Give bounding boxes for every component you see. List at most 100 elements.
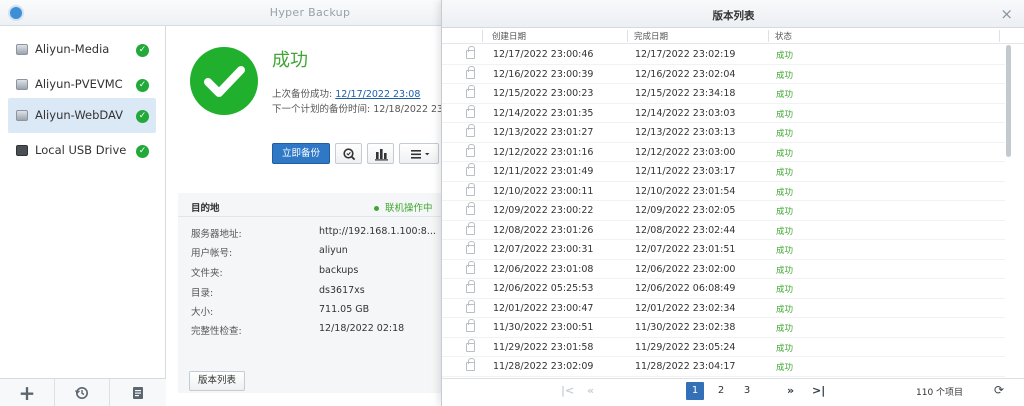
- table-row[interactable]: 12/06/2022 05:25:53 12/06/2022 06:08:49 成功: [442, 279, 1005, 299]
- lock-icon[interactable]: [466, 65, 475, 79]
- info-label: 完整性检查:: [191, 326, 242, 337]
- destination-header: 目的地 联机操作中: [178, 193, 442, 217]
- table-row[interactable]: 12/12/2022 23:01:16 12/12/2022 23:03:00 成功: [442, 143, 1005, 162]
- completed-date: 12/08/2022 23:02:44: [635, 224, 736, 236]
- online-status-label: 联机操作中: [385, 203, 433, 214]
- column-status[interactable]: 状态: [775, 30, 792, 42]
- page-1-button[interactable]: 1: [686, 382, 704, 400]
- prev-page-icon[interactable]: «: [587, 382, 594, 400]
- created-date: 11/28/2022 23:02:09: [493, 361, 594, 372]
- page-2-button[interactable]: 2: [712, 382, 730, 400]
- table-row[interactable]: 12/09/2022 23:00:22 12/09/2022 23:02:05 成功: [442, 201, 1005, 221]
- statistics-button[interactable]: [367, 143, 394, 164]
- table-row[interactable]: 11/30/2022 23:00:51 11/30/2022 23:02:38 成功: [442, 318, 1005, 338]
- lock-icon[interactable]: [466, 163, 475, 176]
- table-row[interactable]: 11/29/2022 23:01:58 11/29/2022 23:05:24 成功: [442, 338, 1005, 357]
- page-3-button[interactable]: 3: [738, 382, 756, 400]
- lock-icon[interactable]: [466, 260, 475, 274]
- version-table-header: 创建日期 完成日期 状态: [442, 28, 1024, 44]
- table-row[interactable]: 12/08/2022 23:01:26 12/08/2022 23:02:44 成功: [442, 221, 1005, 240]
- table-row[interactable]: 12/01/2022 23:00:47 12/01/2022 23:02:34 成功: [442, 299, 1005, 318]
- created-date: 12/16/2022 23:00:39: [493, 68, 594, 80]
- scrollbar[interactable]: [1006, 45, 1012, 378]
- window-titlebar: Hyper Backup: [0, 0, 442, 26]
- column-created[interactable]: 创建日期: [492, 30, 526, 42]
- hyper-backup-window: Hyper Backup Aliyun-Media ✓ Aliyun-PVEVM…: [0, 0, 458, 406]
- table-row[interactable]: 12/06/2022 23:01:08 12/06/2022 23:02:00 成功: [442, 260, 1005, 279]
- log-button[interactable]: [110, 379, 165, 406]
- scrollbar-thumb[interactable]: [1006, 45, 1011, 157]
- close-icon[interactable]: ×: [1000, 5, 1013, 23]
- last-backup-link[interactable]: 12/17/2022 23:08: [335, 89, 420, 100]
- success-check-icon: ✓: [136, 110, 149, 123]
- lock-icon[interactable]: [466, 358, 475, 371]
- task-item-local-usb-drive[interactable]: Local USB Drive ✓: [8, 133, 156, 168]
- lock-icon[interactable]: [466, 85, 475, 98]
- add-task-button[interactable]: +: [0, 379, 55, 406]
- action-menu-button[interactable]: [399, 143, 439, 164]
- table-row[interactable]: 12/11/2022 23:01:49 12/11/2022 23:03:17 成功: [442, 162, 1005, 182]
- lock-icon[interactable]: [466, 241, 475, 254]
- info-label: 大小:: [191, 307, 214, 318]
- task-sidebar: Aliyun-Media ✓ Aliyun-PVEVMC ✓ Aliyun-We…: [0, 26, 166, 406]
- sidebar-toolbar: +: [0, 378, 166, 406]
- backup-now-button[interactable]: 立即备份: [272, 143, 330, 164]
- info-label: 目录:: [191, 288, 214, 299]
- completed-date: 11/30/2022 23:02:38: [635, 322, 736, 333]
- lock-icon[interactable]: [466, 124, 475, 137]
- created-date: 12/01/2022 23:00:47: [493, 302, 594, 314]
- pagination-bar: |< « 1 2 3 » >| 110 个项目 ⟳: [442, 378, 1024, 406]
- lock-icon[interactable]: [466, 104, 475, 118]
- lock-icon[interactable]: [466, 143, 475, 157]
- task-item-aliyun-webdav[interactable]: Aliyun-WebDAV ✓: [8, 98, 156, 133]
- version-list-button[interactable]: 版本列表: [189, 371, 245, 391]
- lock-icon[interactable]: [466, 46, 475, 59]
- version-list-dialog: 版本列表 × 创建日期 完成日期 状态 12/17/2022 23:00:46 1…: [441, 0, 1024, 406]
- plus-icon: +: [18, 381, 36, 405]
- lock-icon[interactable]: [466, 280, 475, 293]
- table-row[interactable]: 12/14/2022 23:01:35 12/14/2022 23:03:03 成功: [442, 104, 1005, 123]
- first-page-icon[interactable]: |<: [561, 382, 574, 400]
- drive-icon: [16, 79, 28, 90]
- integrity-check-button[interactable]: [335, 143, 362, 164]
- completed-date: 12/10/2022 23:01:54: [635, 185, 736, 197]
- lock-icon[interactable]: [466, 182, 475, 196]
- table-row[interactable]: 11/28/2022 23:02:09 11/28/2022 23:04:17 成功: [442, 357, 1005, 377]
- task-name: Aliyun-WebDAV: [35, 108, 124, 122]
- lock-icon[interactable]: [466, 221, 475, 235]
- table-row[interactable]: 12/17/2022 23:00:46 12/17/2022 23:02:19 成功: [442, 45, 1005, 65]
- drive-icon: [16, 44, 28, 55]
- table-row[interactable]: 12/16/2022 23:00:39 12/16/2022 23:02:04 成功: [442, 65, 1005, 84]
- lock-icon[interactable]: [466, 299, 475, 313]
- table-row[interactable]: 12/15/2022 23:00:23 12/15/2022 23:34:18 成功: [442, 84, 1005, 104]
- column-completed[interactable]: 完成日期: [634, 30, 668, 42]
- refresh-icon[interactable]: ⟳: [994, 383, 1004, 397]
- lock-icon[interactable]: [466, 319, 475, 332]
- last-page-icon[interactable]: >|: [812, 382, 825, 400]
- created-date: 12/17/2022 23:00:46: [493, 49, 594, 60]
- completed-date: 12/07/2022 23:01:51: [635, 244, 736, 255]
- row-status: 成功: [776, 363, 794, 373]
- row-status: 成功: [776, 324, 794, 334]
- task-item-aliyun-media[interactable]: Aliyun-Media ✓: [8, 32, 156, 67]
- next-page-icon[interactable]: »: [787, 382, 794, 400]
- next-backup-label: 下一个计划的备份时间:: [272, 104, 371, 115]
- table-row[interactable]: 12/07/2022 23:00:31 12/07/2022 23:01:51 成功: [442, 240, 1005, 260]
- online-dot-icon: [374, 206, 379, 211]
- task-item-aliyun-pvevmc[interactable]: Aliyun-PVEVMC ✓: [8, 67, 156, 102]
- bar-chart-icon: [375, 149, 388, 161]
- table-row[interactable]: 12/10/2022 23:00:11 12/10/2022 23:01:54 成功: [442, 182, 1005, 201]
- info-value: backups: [319, 265, 359, 276]
- created-date: 12/13/2022 23:01:27: [493, 127, 594, 138]
- lock-icon[interactable]: [466, 202, 475, 215]
- restore-button[interactable]: [55, 379, 110, 406]
- lock-icon[interactable]: [466, 338, 475, 352]
- created-date: 12/06/2022 05:25:53: [493, 283, 594, 294]
- table-row[interactable]: 12/13/2022 23:01:27 12/13/2022 23:03:13 成功: [442, 123, 1005, 143]
- completed-date: 12/14/2022 23:03:03: [635, 107, 736, 119]
- column-separator: [768, 30, 769, 42]
- info-row-account: 用户帐号: aliyun: [191, 245, 442, 265]
- row-status: 成功: [776, 51, 794, 61]
- task-name: Aliyun-Media: [35, 42, 110, 56]
- created-date: 12/09/2022 23:00:22: [493, 205, 594, 216]
